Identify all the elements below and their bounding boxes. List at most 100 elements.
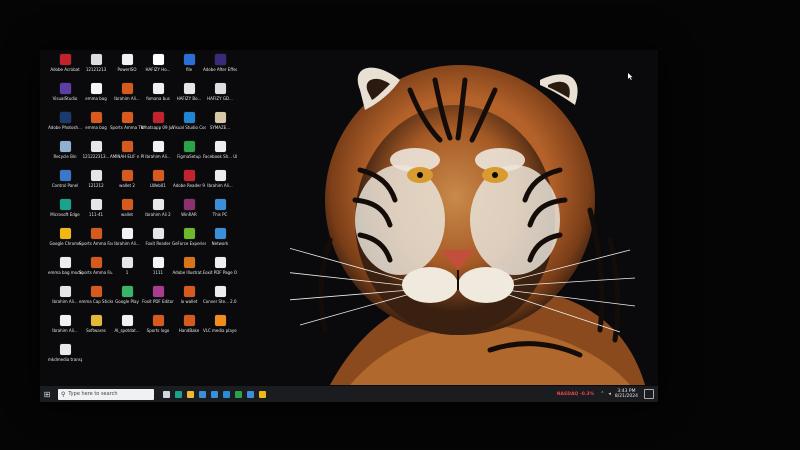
desktop-icon-label: Adobe After Effects 2020 [203,67,237,72]
app-icon [183,141,195,152]
app-icon [90,228,102,239]
taskbar-app-photos-icon[interactable] [220,386,232,402]
desktop-icon-label: PowerISO [117,67,137,72]
desktop-icon[interactable]: Softwares [79,315,113,351]
mail-icon [210,390,218,398]
app-icon [183,315,195,326]
app-icon [59,170,71,181]
volume-icon[interactable]: ◂ [608,391,611,397]
desktop-icon-label: Google Play [115,299,139,304]
app-icon [152,315,164,326]
desktop-icon-label: Adobe Photosh... [48,125,82,130]
app-icon [152,54,164,65]
app-icon [183,170,195,181]
desktop-icon-label: Softwares [86,328,106,333]
app-icon [214,170,226,181]
app-icon [59,112,71,123]
desktop-icon-label: Sports logo [146,328,170,333]
app-icon [90,141,102,152]
desktop-icon[interactable]: AI_spotdat... [110,315,144,351]
app-icon [152,141,164,152]
app-icon [121,286,133,297]
desktop-icon-label: Foxit PDF Page Or... [203,270,237,275]
desktop-icon-label: 121222313... [82,154,110,159]
taskbar-app-xbox-icon[interactable] [232,386,244,402]
desktop-icon-label: lo wallet [180,299,198,304]
app-icon [152,199,164,210]
app-icon [152,170,164,181]
desktop-icon-label: emma Cap Sticker [79,299,113,304]
desktop-icon-label: AI_spotdat... [114,328,140,333]
desktop-icon-label: Sports Amma Fa... [79,270,113,275]
desktop-icon-label: This PC [212,212,228,217]
app-icon [183,83,195,94]
desktop-icon-label: Adobe Illustrat... [172,270,206,275]
app-icon [90,286,102,297]
desktop-screen: Adobe Acrobat 12121213 PowerISO HAFIZY Ho..… [40,50,658,402]
store-icon [246,390,254,398]
app-icon [90,170,102,181]
desktop-icon-label: Adobe Reader 9 [173,183,205,188]
app-icon [59,228,71,239]
taskbar-app-mail-icon[interactable] [208,386,220,402]
taskbar-app-app-grid-icon[interactable] [196,386,208,402]
taskbar-app-store-icon[interactable] [244,386,256,402]
taskbar-app-file-explorer-icon[interactable] [184,386,196,402]
clock[interactable]: 3:43 PM 8/21/2024 [615,389,638,399]
taskbar-app-chrome-icon[interactable] [256,386,268,402]
windows-logo-icon: ⊞ [43,389,51,399]
app-icon [90,199,102,210]
notification-icon[interactable] [644,389,654,399]
desktop-icon-label: 121212 [88,183,104,188]
desktop-icon[interactable]: VLC media player [203,315,237,351]
desktop-icon-label: GeForce Experience [172,241,206,246]
desktop-icon-label: VisualStudio [52,96,78,101]
app-icon [90,83,102,94]
app-icon [121,170,133,181]
taskbar-app-task-view-icon[interactable] [160,386,172,402]
desktop-icon-label: wallet [121,212,133,217]
desktop-icon-label: HAFIZY Ho... [145,67,171,72]
app-icon [214,257,226,268]
desktop-icon-label: Google Chrome [49,241,81,246]
desktop-icon-label: Adobe Acrobat [50,67,80,72]
desktop-icon-label: 12121213 [85,67,107,72]
desktop-icon[interactable]: HandBake [172,315,206,351]
taskbar-apps [160,386,268,402]
desktop-icon[interactable]: Sports logo [141,315,175,351]
desktop-icon-label: HAFIZY Bo... [176,96,202,101]
app-icon [152,228,164,239]
start-button[interactable]: ⊞ [40,386,54,402]
desktop-icon-label: emma bag mockup [48,270,82,275]
app-icon [152,112,164,123]
market-ticker[interactable]: NASDAQ -0.3% [557,392,594,397]
tiger-wallpaper [290,65,645,385]
task-view-icon [162,390,170,398]
desktop-icon-label: wallet 2 [119,183,135,188]
app-icon [59,286,71,297]
search-placeholder: Type here to search [68,391,118,397]
taskbar-app-edge-icon[interactable] [172,386,184,402]
app-icon [214,83,226,94]
app-icon [59,83,71,94]
chevron-up-icon[interactable]: ⌃ [600,391,604,397]
xbox-icon [234,390,242,398]
search-input[interactable]: ⚲ Type here to search [58,388,154,400]
app-icon [59,257,71,268]
app-icon [90,54,102,65]
chrome-icon [258,390,266,398]
app-icon [183,54,195,65]
app-icon [214,112,226,123]
desktop-icon-label: Sports Amma Fav... [79,241,113,246]
desktop-icon-label: Ibrahim Ali... [52,299,78,304]
desktop-icon-label: Microsoft Edge [50,212,80,217]
search-icon: ⚲ [61,390,66,398]
app-icon [121,228,133,239]
desktop-icon-label: LWeb01 [150,183,166,188]
desktop-icon[interactable]: mkdmedia transparent [48,344,82,380]
app-icon [90,257,102,268]
app-icon [214,199,226,210]
system-tray: NASDAQ -0.3% ⌃ ◂ 3:43 PM 8/21/2024 [557,386,654,402]
app-icon [183,112,195,123]
desktop-icon-label: Ibrahim Ali... [145,154,171,159]
